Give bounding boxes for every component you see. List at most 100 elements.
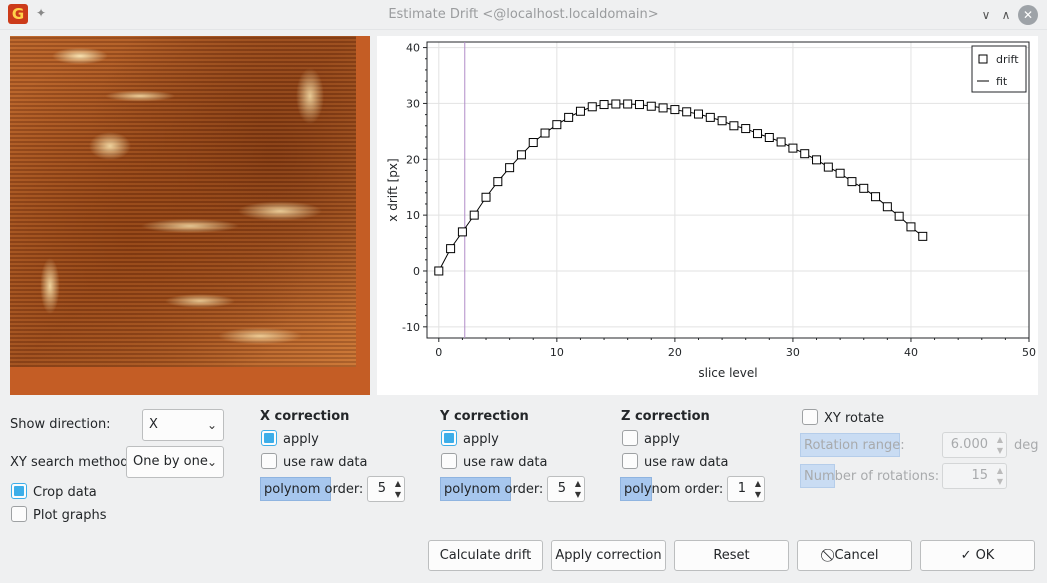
drift-point (493, 177, 503, 187)
spin-arrows-icon[interactable]: ▲ ▼ (755, 478, 761, 500)
y-correction-title: Y correction (440, 409, 529, 424)
x-polynom-spinbox[interactable]: 5 ▲ ▼ (367, 476, 405, 502)
xy-search-value: One by one (133, 454, 208, 469)
y-raw-box[interactable] (441, 453, 457, 469)
drift-point (516, 150, 526, 160)
rotation-range-label: Rotation range: (804, 438, 905, 453)
maximize-icon[interactable]: ∧ (996, 5, 1016, 25)
plot-graphs-box[interactable] (11, 506, 27, 522)
xy-rotate-checkbox[interactable]: XY rotate (802, 409, 884, 427)
afm-image (10, 36, 356, 367)
drift-point (823, 162, 833, 172)
drift-point (575, 106, 585, 116)
spin-arrows-icon[interactable]: ▲ ▼ (395, 478, 401, 500)
y-polynom-spinbox[interactable]: 5 ▲ ▼ (547, 476, 585, 502)
drift-point (469, 210, 479, 220)
spin-arrows-icon[interactable]: ▲ ▼ (997, 465, 1003, 487)
plot-frame (426, 41, 1030, 339)
y-tick-label: 30 (406, 97, 420, 110)
x-tick-label: 30 (786, 346, 800, 359)
show-direction-value: X (149, 417, 158, 432)
drift-point (812, 155, 822, 165)
drift-point (552, 120, 562, 130)
drift-point (658, 103, 668, 113)
x-polynom-value: 5 (377, 481, 386, 496)
legend-drift-label: drift (996, 53, 1019, 66)
y-raw-checkbox[interactable]: use raw data (441, 453, 548, 471)
y-raw-label: use raw data (463, 455, 548, 470)
z-apply-checkbox[interactable]: apply (622, 430, 680, 448)
x-raw-checkbox[interactable]: use raw data (261, 453, 368, 471)
y-tick-label: 10 (406, 209, 420, 222)
rotations-count-value: 15 (971, 468, 988, 483)
show-direction-label: Show direction: (10, 417, 111, 432)
y-tick-label: 40 (406, 42, 420, 55)
drift-point (564, 112, 574, 122)
window-title: Estimate Drift <@localhost.localdomain> (388, 7, 659, 22)
rotations-count-spinbox[interactable]: 15 ▲ ▼ (942, 463, 1007, 489)
rotation-range-spinbox[interactable]: 6.000 ▲ ▼ (942, 432, 1007, 458)
z-raw-checkbox[interactable]: use raw data (622, 453, 729, 471)
drift-point (505, 163, 515, 173)
drift-point (729, 121, 739, 131)
z-polynom-value: 1 (737, 481, 746, 496)
z-apply-box[interactable] (622, 430, 638, 446)
drift-point (446, 244, 456, 254)
rotation-range-value: 6.000 (950, 437, 988, 452)
x-apply-checkbox[interactable]: apply (261, 430, 319, 448)
y-apply-box[interactable] (441, 430, 457, 446)
y-polynom-label: polynom order: (444, 482, 544, 497)
drift-point (800, 149, 810, 159)
z-apply-label: apply (644, 432, 680, 447)
apply-correction-button[interactable]: Apply correction (551, 540, 666, 571)
drift-point (646, 101, 656, 111)
z-polynom-spinbox[interactable]: 1 ▲ ▼ (727, 476, 765, 502)
drift-point (764, 133, 774, 143)
z-correction-title: Z correction (621, 409, 710, 424)
x-tick-label: 20 (668, 346, 682, 359)
xy-search-label: XY search method: (10, 455, 133, 470)
spin-arrows-icon[interactable]: ▲ ▼ (575, 478, 581, 500)
reset-button[interactable]: Reset (674, 540, 789, 571)
drift-point (776, 137, 786, 147)
drift-point (623, 99, 633, 109)
y-apply-checkbox[interactable]: apply (441, 430, 499, 448)
drift-point (835, 168, 845, 178)
drift-point (741, 124, 751, 134)
drift-point (717, 116, 727, 126)
x-correction-title: X correction (260, 409, 350, 424)
x-raw-box[interactable] (261, 453, 277, 469)
plot-graphs-label: Plot graphs (33, 508, 107, 523)
crop-data-checkbox[interactable]: Crop data (11, 483, 97, 501)
data-preview[interactable] (10, 36, 370, 395)
cancel-label: Cancel (834, 548, 879, 563)
close-icon[interactable]: ✕ (1018, 5, 1038, 25)
drift-point (871, 192, 881, 202)
x-raw-label: use raw data (283, 455, 368, 470)
plot-graphs-checkbox[interactable]: Plot graphs (11, 506, 106, 524)
minimize-icon[interactable]: ∨ (976, 5, 996, 25)
x-tick-label: 50 (1022, 346, 1036, 359)
x-apply-box[interactable] (261, 430, 277, 446)
drift-point (882, 202, 892, 212)
rotations-count-label: Number of rotations: (804, 469, 940, 484)
z-raw-box[interactable] (622, 453, 638, 469)
spin-arrows-icon[interactable]: ▲ ▼ (997, 434, 1003, 456)
ok-label: OK (975, 548, 995, 563)
x-apply-label: apply (283, 432, 319, 447)
drift-point (693, 109, 703, 119)
drift-graph[interactable]: 0 10 20 30 40 50 -10 0 10 20 30 40 slice level x dr… (377, 36, 1038, 395)
drift-point (788, 143, 798, 153)
drift-point (705, 112, 715, 122)
drift-point (611, 99, 621, 109)
drift-point (670, 105, 680, 115)
show-direction-select[interactable]: X ⌄ (142, 409, 224, 441)
cancel-button[interactable]: ⃠Cancel (797, 540, 912, 571)
x-polynom-label: polynom order: (264, 482, 364, 497)
calculate-drift-button[interactable]: Calculate drift (428, 540, 543, 571)
crop-data-label: Crop data (33, 485, 97, 500)
xy-search-select[interactable]: One by one ⌄ (126, 446, 224, 478)
crop-data-box[interactable] (11, 483, 27, 499)
ok-button[interactable]: ✓ OK (920, 540, 1035, 571)
xy-rotate-box[interactable] (802, 409, 818, 425)
